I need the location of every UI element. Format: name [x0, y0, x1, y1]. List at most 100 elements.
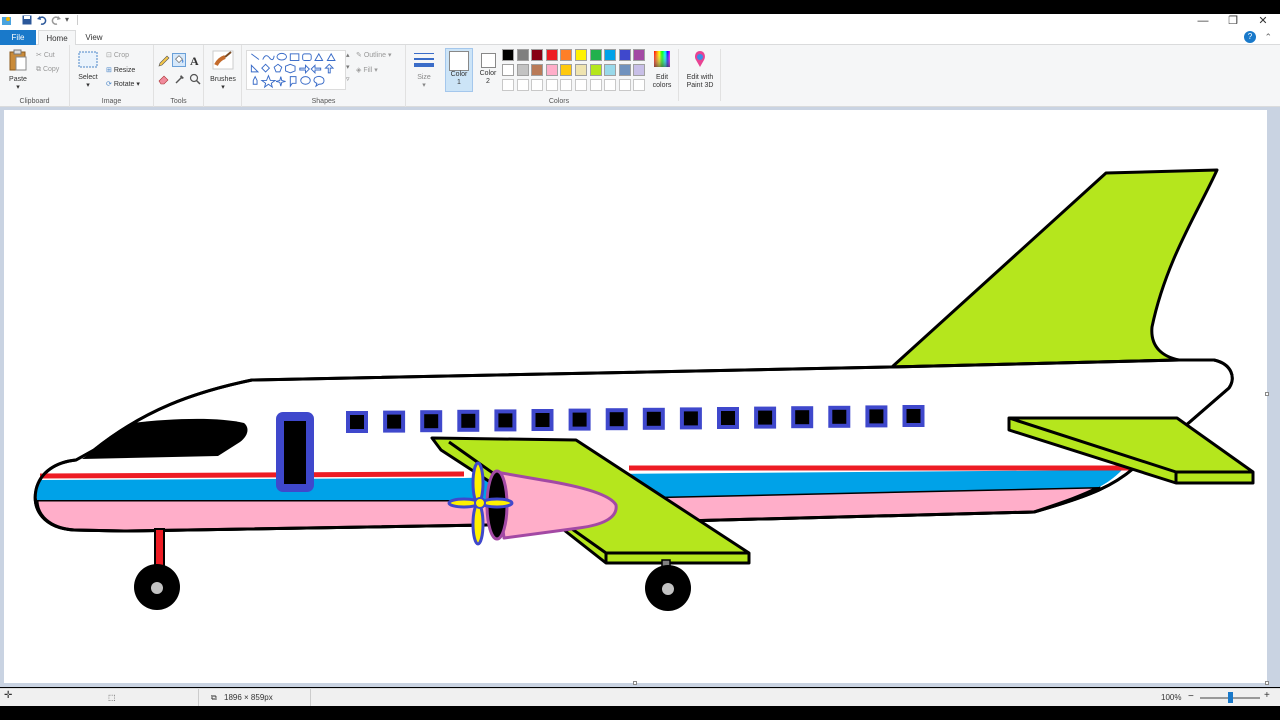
- title-divider: [77, 15, 78, 25]
- help-icon[interactable]: ?: [1244, 31, 1256, 43]
- resize-button[interactable]: ⊞ Resize: [106, 66, 135, 74]
- custom-color-slot[interactable]: [516, 79, 529, 91]
- magnifier-icon[interactable]: [189, 73, 201, 85]
- tab-file[interactable]: File: [0, 30, 36, 45]
- zoom-level: 100%: [1161, 693, 1182, 702]
- color-swatch[interactable]: [560, 64, 573, 76]
- cut-label: Cut: [43, 52, 55, 59]
- custom-color-slot[interactable]: [633, 79, 646, 91]
- color-swatch[interactable]: [589, 64, 602, 76]
- drawing-canvas[interactable]: [4, 110, 1267, 683]
- color1-label-line2: 1: [457, 79, 461, 86]
- fill-label: Fill: [363, 67, 373, 74]
- cut-icon: ✂: [36, 52, 42, 59]
- color-swatch[interactable]: [604, 64, 617, 76]
- select-button[interactable]: Select ▾: [75, 51, 101, 90]
- copy-label: Copy: [42, 66, 60, 73]
- tools-group: A Tools: [154, 45, 204, 107]
- size-group: Size ▾: [406, 45, 442, 107]
- color1-label-line1: Color: [450, 71, 468, 78]
- color-swatch[interactable]: [531, 64, 544, 76]
- save-icon[interactable]: [22, 15, 32, 28]
- canvas-resize-handle-right[interactable]: [1265, 392, 1269, 396]
- color-swatch[interactable]: [575, 49, 587, 61]
- rotate-button[interactable]: ⟳ Rotate ▾: [106, 80, 140, 88]
- resize-icon: ⊞: [106, 67, 112, 74]
- passenger-window-glass: [350, 415, 364, 429]
- shapes-scroll-up-icon[interactable]: ▴: [346, 51, 350, 59]
- fill-icon[interactable]: [172, 53, 186, 67]
- custom-color-slot[interactable]: [531, 79, 544, 91]
- color-swatch[interactable]: [575, 64, 587, 76]
- passenger-window-glass: [387, 414, 402, 429]
- shapes-expand-icon[interactable]: ▿: [346, 75, 350, 83]
- zoom-slider-thumb[interactable]: [1228, 692, 1233, 703]
- resize-label: Resize: [113, 67, 136, 74]
- door-window: [284, 421, 306, 484]
- pencil-icon[interactable]: [158, 55, 170, 67]
- color-swatch[interactable]: [618, 64, 631, 76]
- outline-button[interactable]: ✎ Outline ▾: [356, 51, 391, 59]
- brushes-button[interactable]: Brushes ▾: [208, 49, 238, 92]
- undo-icon[interactable]: [37, 15, 47, 28]
- color-swatch[interactable]: [516, 64, 529, 76]
- eraser-icon[interactable]: [158, 73, 170, 85]
- tab-view[interactable]: View: [78, 30, 110, 45]
- color-swatch[interactable]: [633, 64, 646, 76]
- color-swatch[interactable]: [502, 49, 514, 61]
- crop-button[interactable]: ⊡ Crop: [106, 51, 129, 59]
- color1-swatch: [449, 51, 469, 71]
- chevron-down-icon: ▾: [86, 82, 90, 89]
- custom-color-slot[interactable]: [545, 79, 558, 91]
- custom-color-slot[interactable]: [589, 79, 602, 91]
- color-swatch[interactable]: [516, 49, 529, 61]
- color-swatch[interactable]: [502, 64, 514, 76]
- workspace: [0, 107, 1280, 687]
- shapes-scroll-down-icon[interactable]: ▾: [346, 63, 350, 71]
- brushes-group: Brushes ▾: [204, 45, 242, 107]
- color1-button[interactable]: Color 1: [445, 48, 473, 92]
- collapse-ribbon-icon[interactable]: ⌃: [1264, 30, 1272, 45]
- custom-color-slot[interactable]: [502, 79, 514, 91]
- minimize-button[interactable]: —: [1188, 14, 1218, 30]
- text-icon[interactable]: A: [190, 54, 199, 69]
- edit-colors-label-line2: colors: [652, 82, 672, 89]
- tab-home[interactable]: Home: [38, 30, 76, 46]
- fill-button[interactable]: ◈ Fill ▾: [356, 66, 378, 74]
- brush-icon: [212, 50, 234, 70]
- color2-button[interactable]: Color 2: [475, 48, 501, 92]
- restore-button[interactable]: ❐: [1218, 14, 1248, 30]
- paste-button[interactable]: Paste ▾: [5, 49, 31, 92]
- close-button[interactable]: ✕: [1248, 14, 1278, 30]
- custom-color-slot[interactable]: [618, 79, 631, 91]
- paste-label: Paste: [9, 76, 27, 83]
- zoom-in-button[interactable]: +: [1264, 690, 1270, 701]
- canvas-resize-handle-corner[interactable]: [1265, 681, 1269, 685]
- paint3d-label-line1: Edit with: [686, 74, 714, 81]
- color-swatch[interactable]: [560, 49, 573, 61]
- qat-customize-icon[interactable]: ▾: [65, 15, 69, 28]
- ribbon-divider: [720, 49, 721, 101]
- cut-button[interactable]: ✂ Cut: [36, 51, 55, 59]
- custom-color-slot[interactable]: [604, 79, 617, 91]
- size-button[interactable]: Size ▾: [411, 51, 437, 90]
- color-swatch[interactable]: [618, 49, 631, 61]
- color-swatch[interactable]: [531, 49, 544, 61]
- color-swatch[interactable]: [604, 49, 617, 61]
- color-swatch[interactable]: [633, 49, 646, 61]
- custom-color-slot[interactable]: [575, 79, 587, 91]
- edit-colors-button[interactable]: Edit colors: [648, 49, 676, 90]
- copy-button[interactable]: ⧉ Copy: [36, 66, 59, 74]
- zoom-out-button[interactable]: −: [1188, 691, 1194, 702]
- redo-icon[interactable]: [51, 15, 61, 28]
- airplane-drawing: [33, 168, 1255, 611]
- rotate-label: Rotate: [113, 81, 135, 88]
- color-swatch[interactable]: [545, 64, 558, 76]
- color-swatch[interactable]: [545, 49, 558, 61]
- picker-icon[interactable]: [174, 73, 186, 85]
- color-swatch[interactable]: [589, 49, 602, 61]
- shapes-gallery[interactable]: [246, 50, 346, 90]
- paint3d-button[interactable]: Edit with Paint 3D: [682, 49, 718, 90]
- canvas-resize-handle-bottom[interactable]: [633, 681, 637, 685]
- custom-color-slot[interactable]: [560, 79, 573, 91]
